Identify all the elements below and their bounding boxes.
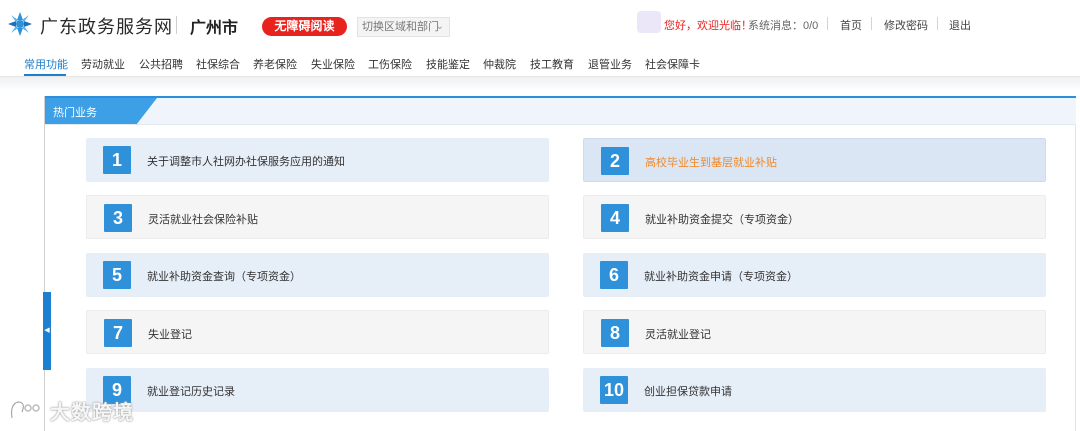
nav-item-skill[interactable]: 技能鉴定 bbox=[426, 56, 470, 72]
nav-item-tech-edu[interactable]: 技工教育 bbox=[530, 56, 574, 72]
card-label: 高校毕业生到基层就业补贴 bbox=[645, 157, 777, 169]
nav-item-card[interactable]: 社会保障卡 bbox=[645, 56, 700, 72]
service-card-6[interactable]: 6 就业补助资金申请（专项资金） bbox=[583, 253, 1046, 297]
link-divider bbox=[937, 17, 938, 30]
city-name: 广州市 bbox=[190, 20, 239, 37]
card-number-badge: 8 bbox=[601, 319, 629, 347]
card-label: 失业登记 bbox=[148, 329, 192, 341]
service-card-9[interactable]: 9 就业登记历史记录 bbox=[86, 368, 549, 412]
panel-header bbox=[45, 98, 1076, 124]
chevron-left-icon[interactable]: ◀ bbox=[43, 292, 51, 370]
switch-region-label: 切换区域和部门 bbox=[362, 21, 439, 33]
header-divider bbox=[176, 16, 177, 34]
switch-region-dropdown[interactable]: 切换区域和部门 ⌄ bbox=[357, 17, 450, 37]
card-label: 就业登记历史记录 bbox=[147, 386, 235, 398]
nav-item-social[interactable]: 社保综合 bbox=[196, 56, 240, 72]
nav-item-recruit[interactable]: 公共招聘 bbox=[139, 56, 183, 72]
card-label: 灵活就业登记 bbox=[645, 329, 711, 341]
card-number-badge: 5 bbox=[103, 261, 131, 289]
card-label: 就业补助资金查询（专项资金） bbox=[147, 271, 301, 283]
card-label: 就业补助资金提交（专项资金） bbox=[645, 214, 799, 226]
nav-item-pension[interactable]: 养老保险 bbox=[253, 56, 297, 72]
link-divider bbox=[827, 17, 828, 30]
nav-item-arbitration[interactable]: 仲裁院 bbox=[483, 56, 516, 72]
service-card-3[interactable]: 3 灵活就业社会保险补贴 bbox=[86, 195, 549, 239]
panel-top-border bbox=[45, 96, 1076, 98]
card-label: 灵活就业社会保险补贴 bbox=[148, 214, 258, 226]
nav-item-unemployment[interactable]: 失业保险 bbox=[311, 56, 355, 72]
service-card-8[interactable]: 8 灵活就业登记 bbox=[583, 310, 1046, 354]
card-number-badge: 3 bbox=[104, 204, 132, 232]
card-number-badge: 6 bbox=[600, 261, 628, 289]
home-link[interactable]: 首页 bbox=[840, 17, 862, 33]
top-header: 广东政务服务网 广州市 无障碍阅读 切换区域和部门 ⌄ 您好，欢迎光临！ 系统消… bbox=[0, 0, 1080, 48]
gov-logo-icon[interactable] bbox=[8, 12, 32, 36]
logout-link[interactable]: 退出 bbox=[949, 17, 971, 33]
watermark-text: 大数跨境 bbox=[50, 402, 134, 424]
card-number-badge: 7 bbox=[104, 319, 132, 347]
service-card-1[interactable]: 1 关于调整市人社网办社保服务应用的通知 bbox=[86, 138, 549, 182]
service-card-5[interactable]: 5 就业补助资金查询（专项资金） bbox=[86, 253, 549, 297]
main-nav: 常用功能 劳动就业 公共招聘 社保综合 养老保险 失业保险 工伤保险 技能鉴定 … bbox=[0, 50, 1080, 76]
avatar-icon bbox=[637, 11, 661, 33]
card-number-badge: 2 bbox=[601, 147, 629, 175]
panel-title: 热门业务 bbox=[53, 107, 97, 119]
card-number-badge: 10 bbox=[600, 376, 628, 404]
nav-item-injury[interactable]: 工伤保险 bbox=[368, 56, 412, 72]
card-label: 就业补助资金申请（专项资金） bbox=[644, 271, 798, 283]
service-card-7[interactable]: 7 失业登记 bbox=[86, 310, 549, 354]
service-card-10[interactable]: 10 创业担保贷款申请 bbox=[583, 368, 1046, 412]
change-password-link[interactable]: 修改密码 bbox=[884, 17, 928, 33]
card-number-badge: 1 bbox=[103, 146, 131, 174]
nav-item-retiree[interactable]: 退管业务 bbox=[588, 56, 632, 72]
nav-item-common[interactable]: 常用功能 bbox=[24, 56, 68, 72]
card-number-badge: 4 bbox=[601, 204, 629, 232]
card-label: 关于调整市人社网办社保服务应用的通知 bbox=[147, 156, 345, 168]
welcome-text: 您好，欢迎光临！ bbox=[664, 20, 752, 32]
service-card-4[interactable]: 4 就业补助资金提交（专项资金） bbox=[583, 195, 1046, 239]
site-name[interactable]: 广东政务服务网 bbox=[40, 13, 173, 39]
nav-shadow bbox=[0, 77, 1080, 91]
card-label: 创业担保贷款申请 bbox=[644, 386, 732, 398]
watermark-logo-icon bbox=[10, 400, 40, 419]
link-divider bbox=[871, 17, 872, 30]
nav-item-labor[interactable]: 劳动就业 bbox=[81, 56, 125, 72]
barrier-free-button[interactable]: 无障碍阅读 bbox=[262, 17, 347, 36]
service-card-2[interactable]: 2 高校毕业生到基层就业补贴 bbox=[583, 138, 1046, 182]
system-message-link[interactable]: 系统消息：0/0 bbox=[748, 17, 818, 33]
chevron-down-icon: ⌄ bbox=[435, 21, 444, 32]
